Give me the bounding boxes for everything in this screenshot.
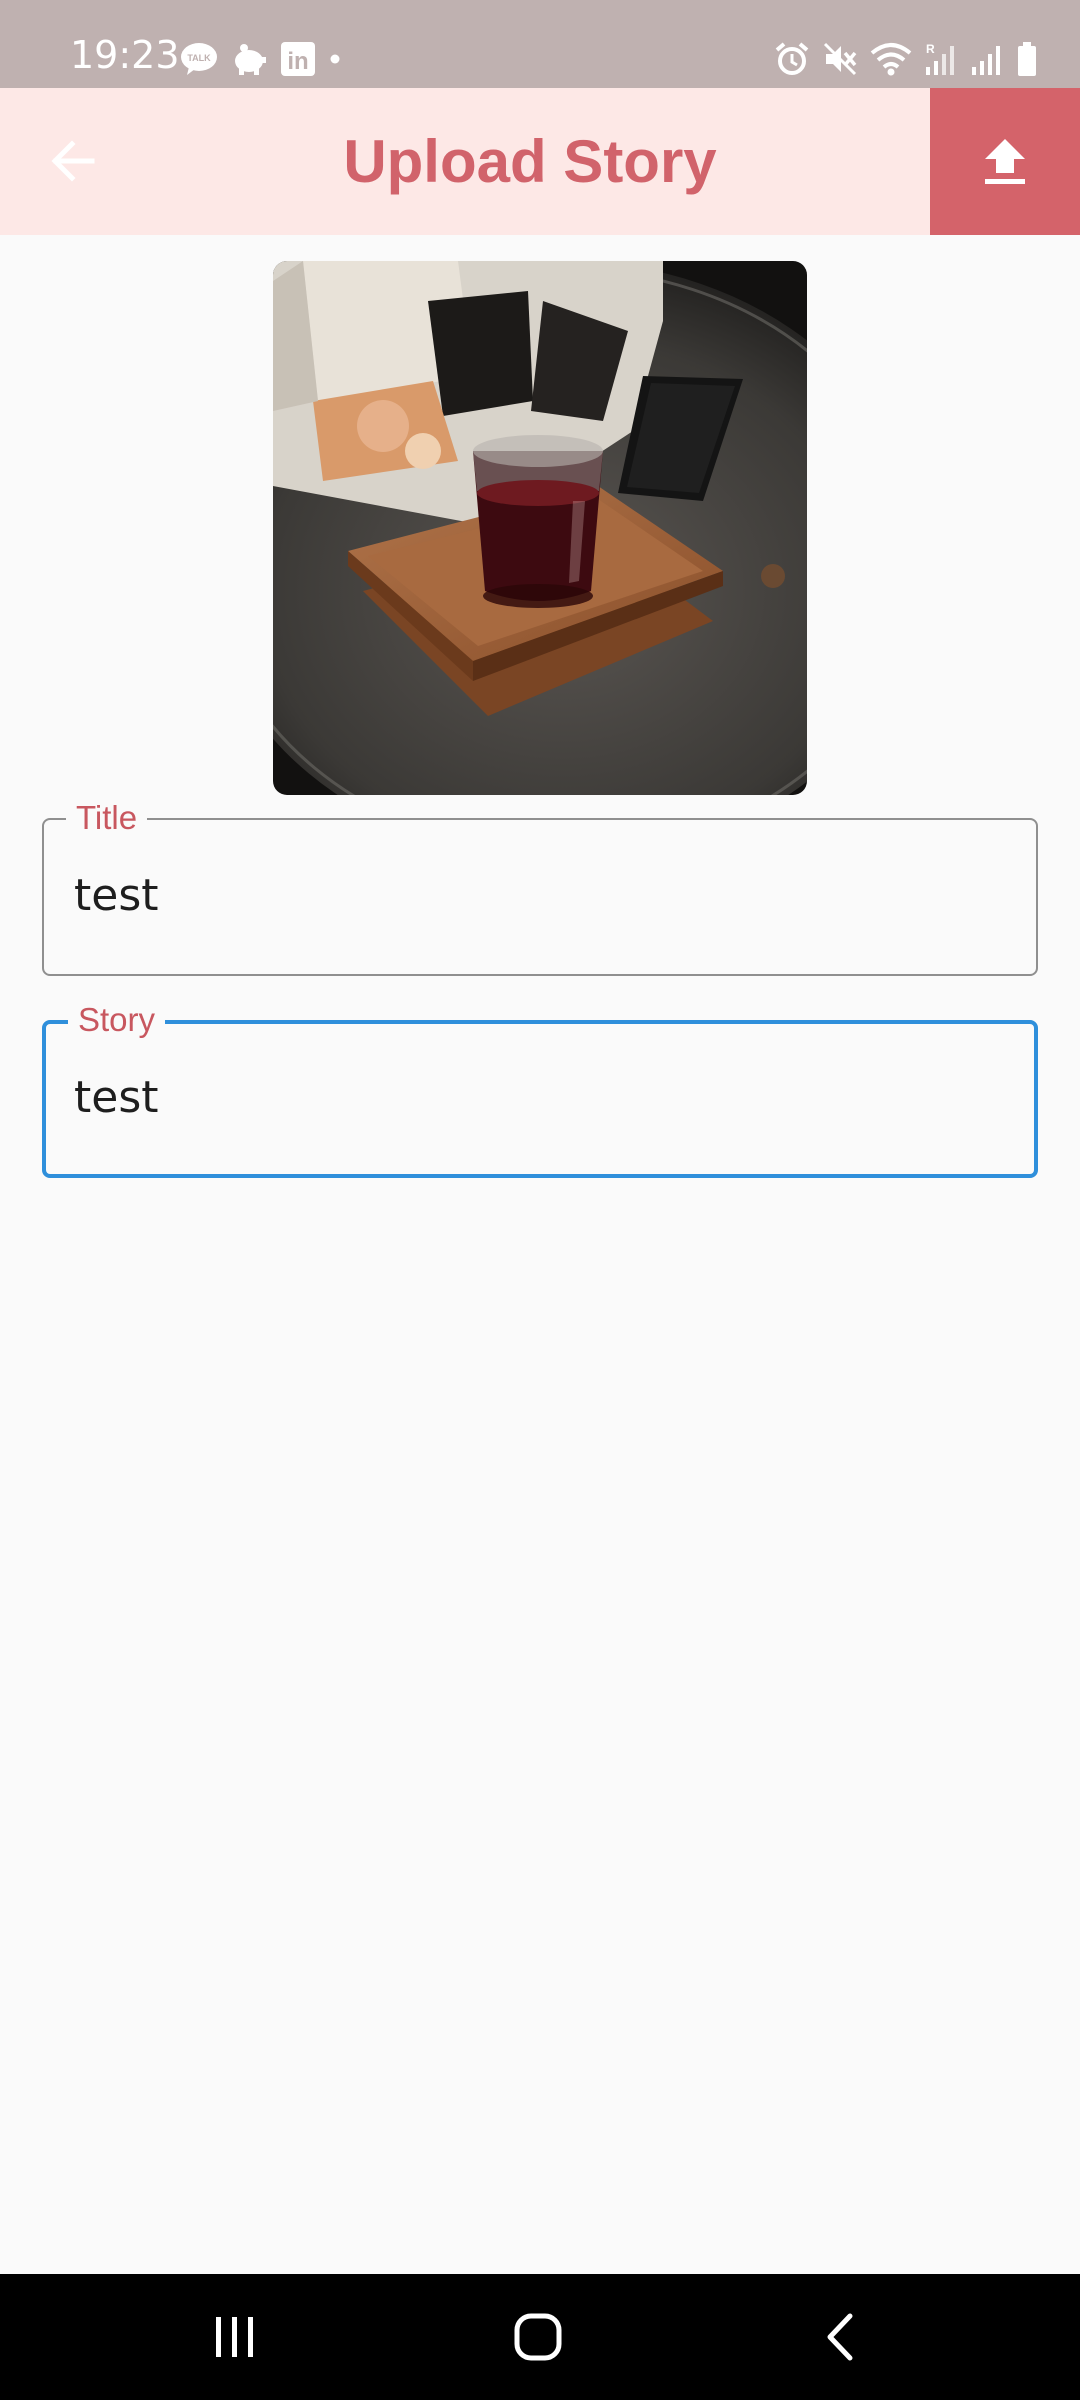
alarm-icon <box>775 42 809 75</box>
battery-icon <box>1018 42 1036 76</box>
upload-icon <box>985 138 1025 184</box>
signal-icon <box>972 46 1000 75</box>
title-field-value[interactable]: test <box>74 870 159 921</box>
mute-icon <box>823 42 857 76</box>
back-icon <box>827 2313 853 2361</box>
kakaotalk-icon: TALK <box>181 43 217 75</box>
recent-apps-button[interactable] <box>155 2274 315 2400</box>
talk-badge-text: TALK <box>187 53 211 63</box>
story-photo-illustration <box>273 261 807 795</box>
home-icon <box>514 2313 562 2361</box>
system-nav-bar <box>0 2274 1080 2400</box>
status-time: 19:23 <box>70 33 180 77</box>
page-title: Upload Story <box>343 128 717 195</box>
roaming-badge-text: R <box>926 42 935 56</box>
nav-back-button[interactable] <box>760 2274 920 2400</box>
app-bar: Upload Story <box>0 88 1080 235</box>
story-image[interactable] <box>273 261 807 795</box>
title-field[interactable]: Title test <box>42 798 1038 976</box>
story-field-value[interactable]: test <box>74 1072 159 1123</box>
wifi-icon <box>870 43 912 76</box>
status-left-icons: TALK in <box>180 40 342 78</box>
home-button[interactable] <box>458 2274 618 2400</box>
linkedin-badge-text: in <box>287 48 308 75</box>
upload-button[interactable] <box>930 88 1080 235</box>
linkedin-icon: in <box>281 42 315 76</box>
status-right-icons: R <box>774 40 1038 78</box>
story-field-label: Story <box>68 1000 166 1040</box>
story-field[interactable]: Story test <box>42 1000 1038 1178</box>
status-bar: 19:23 TALK in R <box>0 0 1080 88</box>
recent-apps-icon <box>216 2317 253 2357</box>
dot-icon <box>330 54 340 64</box>
signal-roaming-icon: R <box>926 42 954 75</box>
piggy-bank-icon <box>235 44 266 75</box>
title-field-label: Title <box>66 798 148 838</box>
